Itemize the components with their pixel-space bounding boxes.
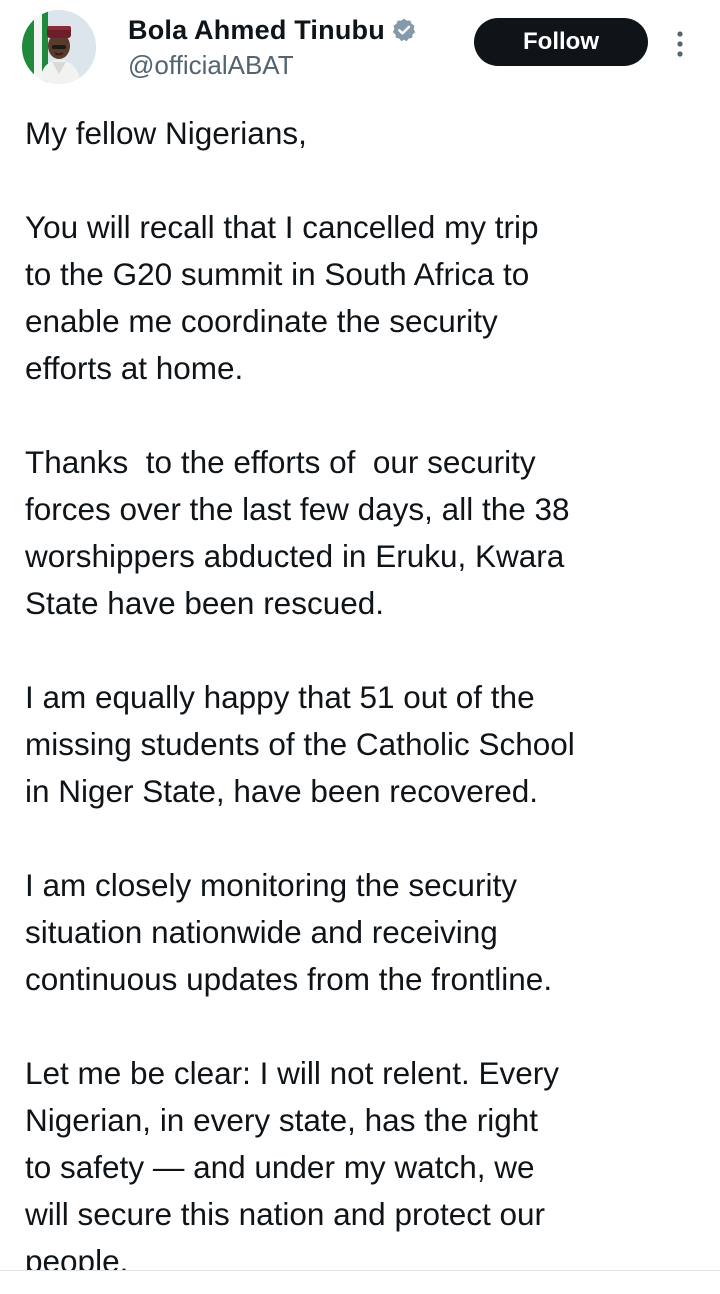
text-line: enable me coordinate the security	[25, 303, 498, 339]
paragraph: You will recall that I cancelled my trip…	[25, 204, 705, 392]
text-line: will secure this nation and protect our	[25, 1196, 546, 1232]
text-line: Nigerian, in every state, has the right	[25, 1102, 539, 1138]
text-line: I am equally happy that 51 out of the	[25, 679, 535, 715]
paragraph: I am equally happy that 51 out of the mi…	[25, 674, 705, 815]
paragraph: Let me be clear: I will not relent. Ever…	[25, 1050, 705, 1285]
tweet-text: My fellow Nigerians, You will recall tha…	[25, 110, 705, 1285]
text-line: State have been rescued.	[25, 585, 385, 621]
text-line: Let me be clear: I will not relent. Ever…	[25, 1055, 559, 1091]
avatar-image	[22, 10, 96, 84]
text-line: continuous updates from the frontline.	[25, 961, 553, 997]
author-name-row: Bola Ahmed Tinubu	[128, 12, 417, 48]
author-avatar[interactable]	[22, 10, 96, 84]
text-line: to safety — and under my watch, we	[25, 1149, 535, 1185]
tweet-header: Bola Ahmed Tinubu @officialABAT Follow	[0, 0, 720, 96]
text-line: situation nationwide and receiving	[25, 914, 498, 950]
text-line: forces over the last few days, all the 3…	[25, 491, 570, 527]
tweet-card: Bola Ahmed Tinubu @officialABAT Follow M…	[0, 0, 720, 1294]
author-handle[interactable]: @officialABAT	[128, 50, 294, 81]
paragraph: My fellow Nigerians,	[25, 110, 705, 157]
paragraph: I am closely monitoring the security sit…	[25, 862, 705, 1003]
text-line: efforts at home.	[25, 350, 244, 386]
follow-button[interactable]: Follow	[474, 18, 648, 66]
text-line: to the G20 summit in South Africa to	[25, 256, 530, 292]
text-line: I am closely monitoring the security	[25, 867, 517, 903]
text-line: missing students of the Catholic School	[25, 726, 575, 762]
more-options-button[interactable]	[666, 24, 694, 64]
text-line: My fellow Nigerians,	[25, 115, 307, 151]
text-line: worshippers abducted in Eruku, Kwara	[25, 538, 565, 574]
verified-badge-icon	[391, 17, 417, 43]
author-display-name[interactable]: Bola Ahmed Tinubu	[128, 15, 385, 46]
text-line: Thanks to the efforts of our security	[25, 444, 536, 480]
paragraph: Thanks to the efforts of our security fo…	[25, 439, 705, 627]
vertical-ellipsis-icon	[677, 31, 683, 57]
text-line: You will recall that I cancelled my trip	[25, 209, 539, 245]
bottom-mask	[0, 1271, 720, 1294]
text-line: in Niger State, have been recovered.	[25, 773, 539, 809]
